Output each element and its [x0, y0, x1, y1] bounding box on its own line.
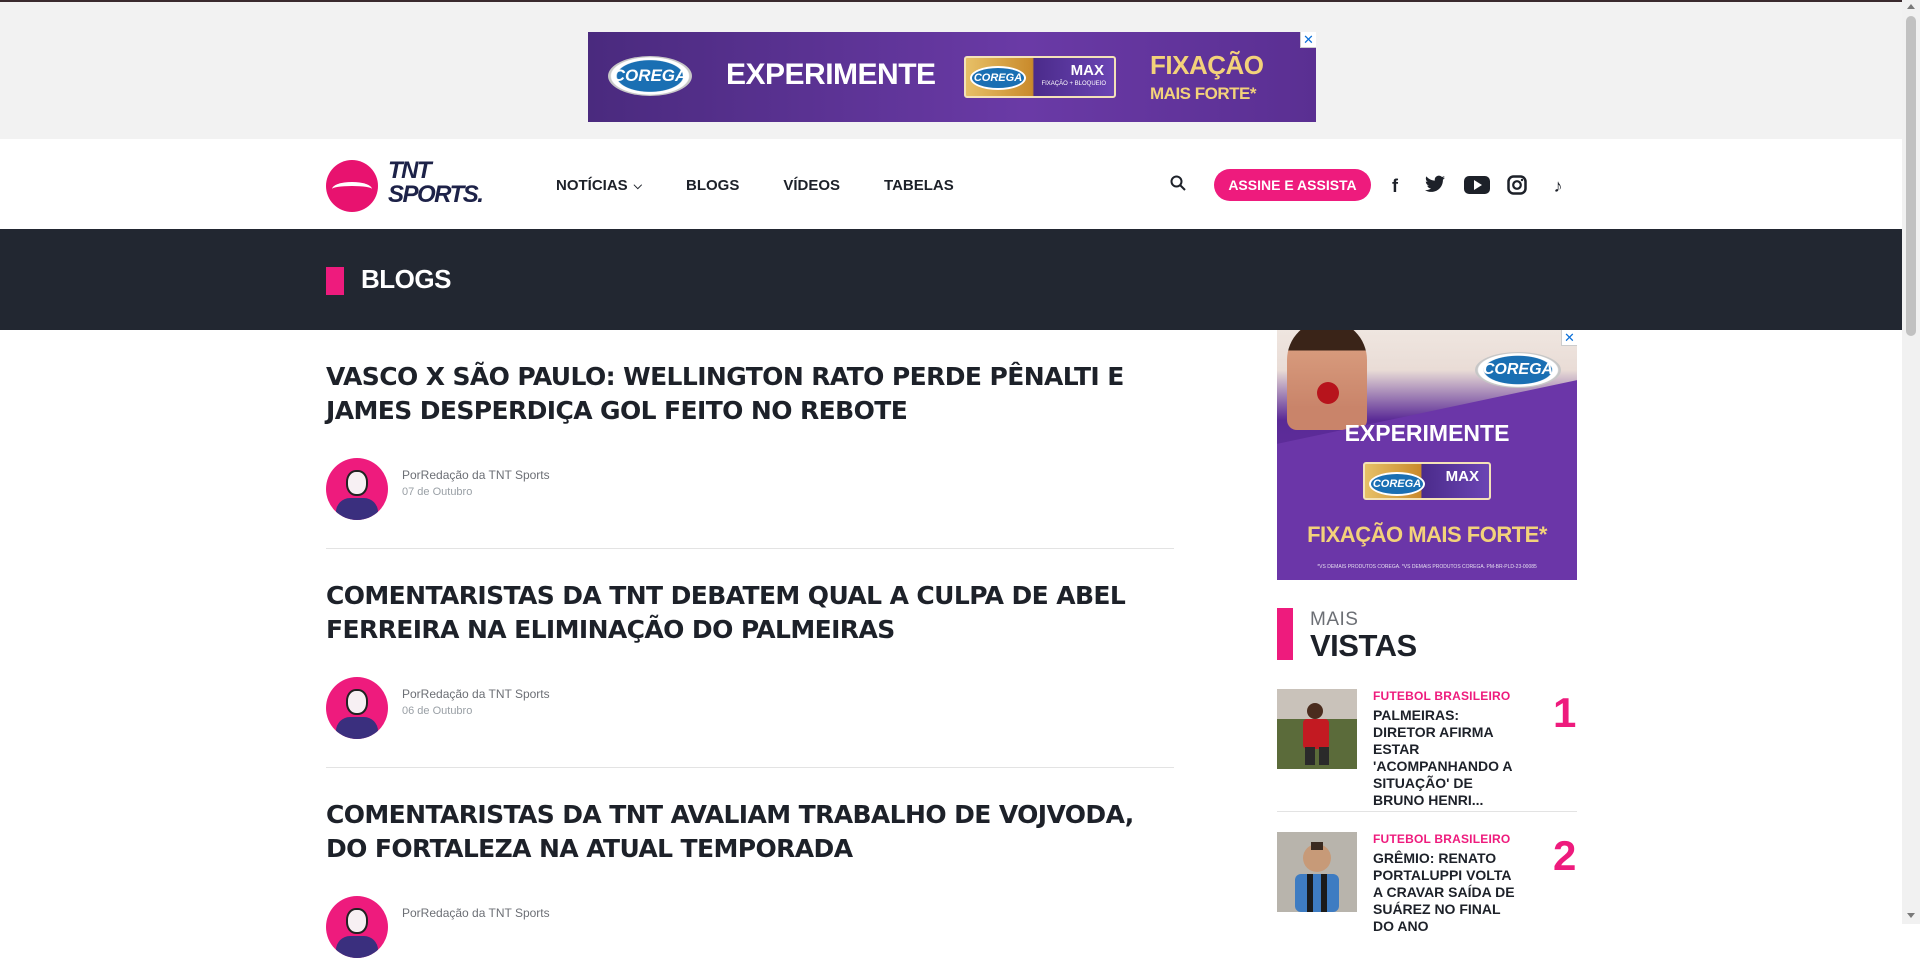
- instagram-icon[interactable]: [1506, 175, 1528, 197]
- chevron-down-icon: ⌵: [633, 180, 643, 192]
- author-avatar: [326, 677, 388, 739]
- avatar-body: [336, 936, 378, 958]
- logo-text: TNT SPORTS.: [388, 157, 484, 208]
- close-icon[interactable]: ✕: [1561, 330, 1577, 346]
- article-item[interactable]: COMENTARISTAS DA TNT DEBATEM QUAL A CULP…: [326, 579, 1174, 768]
- avatar-head: [346, 470, 368, 496]
- nav-item-blogs[interactable]: BLOGS: [686, 177, 739, 194]
- rank-number: 2: [1553, 832, 1577, 879]
- ad-headline: EXPERIMENTE: [1344, 420, 1510, 446]
- nav-label: BLOGS: [686, 177, 740, 194]
- article-thumbnail[interactable]: [1277, 689, 1357, 769]
- rank-number: 1: [1553, 689, 1577, 736]
- ad-product-image: COREGA MAX FIXAÇÃO + BLOQUEIO: [964, 56, 1116, 98]
- top-banner-ad[interactable]: COREGA EXPERIMENTE COREGA MAX FIXAÇÃO + …: [588, 32, 1316, 122]
- article-title[interactable]: PALMEIRAS: DIRETOR AFIRMA ESTAR 'ACOMPAN…: [1373, 707, 1523, 809]
- section-accent: [326, 267, 344, 295]
- tnt-sports-logo[interactable]: TNT SPORTS.: [326, 159, 501, 213]
- facebook-icon[interactable]: f: [1384, 175, 1406, 197]
- subscribe-button[interactable]: ASSINE E ASSISTA: [1214, 169, 1371, 201]
- product-brand: COREGA: [1369, 472, 1425, 496]
- section-header: BLOGS: [0, 229, 1902, 330]
- author-avatar: [326, 458, 388, 520]
- scrollbar-thumb[interactable]: [1906, 16, 1916, 336]
- scroll-up-arrow-icon[interactable]: [1907, 4, 1915, 9]
- sidebar-ad[interactable]: COREGA EXPERIMENTE COREGA MAX FIXAÇÃO MA…: [1277, 330, 1577, 580]
- top-ad-band: COREGA EXPERIMENTE COREGA MAX FIXAÇÃO + …: [0, 2, 1902, 139]
- twitter-icon[interactable]: [1424, 175, 1446, 197]
- close-icon[interactable]: ✕: [1300, 32, 1316, 48]
- article-title[interactable]: VASCO X SÃO PAULO: WELLINGTON RATO PERDE…: [326, 360, 1174, 428]
- author-avatar: [326, 896, 388, 958]
- ad-tagline-2: MAIS FORTE*: [1150, 84, 1256, 103]
- logo-mark-icon: [326, 160, 378, 212]
- tiktok-icon[interactable]: ♪: [1547, 175, 1569, 197]
- nav-label: VÍDEOS: [783, 177, 841, 194]
- article-byline: PorRedação da TNT Sports: [402, 468, 550, 482]
- article-category[interactable]: FUTEBOL BRASILEIRO: [1373, 832, 1510, 846]
- article-divider: [326, 767, 1174, 768]
- article-item[interactable]: VASCO X SÃO PAULO: WELLINGTON RATO PERDE…: [326, 360, 1174, 549]
- avatar-head: [346, 689, 368, 715]
- logo-line-1: TNT: [388, 157, 432, 184]
- article-item[interactable]: COMENTARISTAS DA TNT AVALIAM TRABALHO DE…: [326, 798, 1174, 958]
- article-byline: PorRedação da TNT Sports: [402, 906, 550, 920]
- article-title[interactable]: COMENTARISTAS DA TNT AVALIAM TRABALHO DE…: [326, 798, 1174, 866]
- site-header: TNT SPORTS. NOTÍCIAS ⌵ BLOGS VÍDEOS TABE…: [0, 139, 1902, 229]
- product-sub: FIXAÇÃO + BLOQUEIO: [1041, 81, 1106, 87]
- nav-item-noticias[interactable]: NOTÍCIAS ⌵: [556, 177, 642, 194]
- apple-icon: [1317, 382, 1339, 404]
- ad-product-image: COREGA MAX: [1363, 462, 1491, 500]
- ad-headline: EXPERIMENTE: [726, 58, 936, 91]
- page-scrollbar[interactable]: [1902, 0, 1920, 924]
- article-title[interactable]: GRÊMIO: RENATO PORTALUPPI VOLTA A CRAVAR…: [1373, 850, 1523, 935]
- avatar-head: [346, 908, 368, 934]
- article-thumbnail[interactable]: [1277, 832, 1357, 912]
- article-divider: [326, 548, 1174, 549]
- avatar-body: [336, 498, 378, 520]
- section-title: BLOGS: [361, 264, 451, 294]
- article-category[interactable]: FUTEBOL BRASILEIRO: [1373, 689, 1510, 703]
- ad-photo: [1287, 330, 1367, 430]
- ad-tagline-1: FIXAÇÃO: [1150, 50, 1264, 80]
- youtube-icon[interactable]: [1463, 175, 1491, 197]
- ad-brand-logo: COREGA: [608, 56, 692, 96]
- search-icon[interactable]: [1170, 175, 1186, 191]
- avatar-body: [336, 717, 378, 739]
- ad-tagline: FIXAÇÃO MAIS FORTE*: [1307, 522, 1547, 547]
- product-brand: COREGA: [970, 66, 1026, 90]
- nav-item-videos[interactable]: VÍDEOS: [783, 177, 840, 194]
- main-nav: NOTÍCIAS ⌵ BLOGS VÍDEOS TABELAS: [556, 177, 954, 194]
- nav-item-tabelas[interactable]: TABELAS: [884, 177, 954, 194]
- scroll-down-arrow-icon[interactable]: [1907, 913, 1915, 918]
- list-divider: [1277, 811, 1577, 812]
- article-byline: PorRedação da TNT Sports: [402, 687, 550, 701]
- article-date: 07 de Outubro: [402, 486, 473, 498]
- article-title[interactable]: COMENTARISTAS DA TNT DEBATEM QUAL A CULP…: [326, 579, 1174, 647]
- ad-fine-print: *VS DEMAIS PRODUTOS COREGA. *VS DEMAIS P…: [1317, 564, 1537, 570]
- nav-label: NOTÍCIAS: [556, 177, 628, 194]
- product-name: MAX: [1445, 468, 1479, 485]
- nav-label: TABELAS: [884, 177, 954, 194]
- logo-line-2: SPORTS.: [388, 181, 484, 208]
- mais-vistas-label-big: VISTAS: [1310, 628, 1417, 663]
- ad-brand-logo: COREGA: [1475, 352, 1561, 388]
- mais-vistas-accent: [1277, 608, 1293, 660]
- product-name: MAX: [1070, 62, 1104, 79]
- article-date: 06 de Outubro: [402, 705, 473, 717]
